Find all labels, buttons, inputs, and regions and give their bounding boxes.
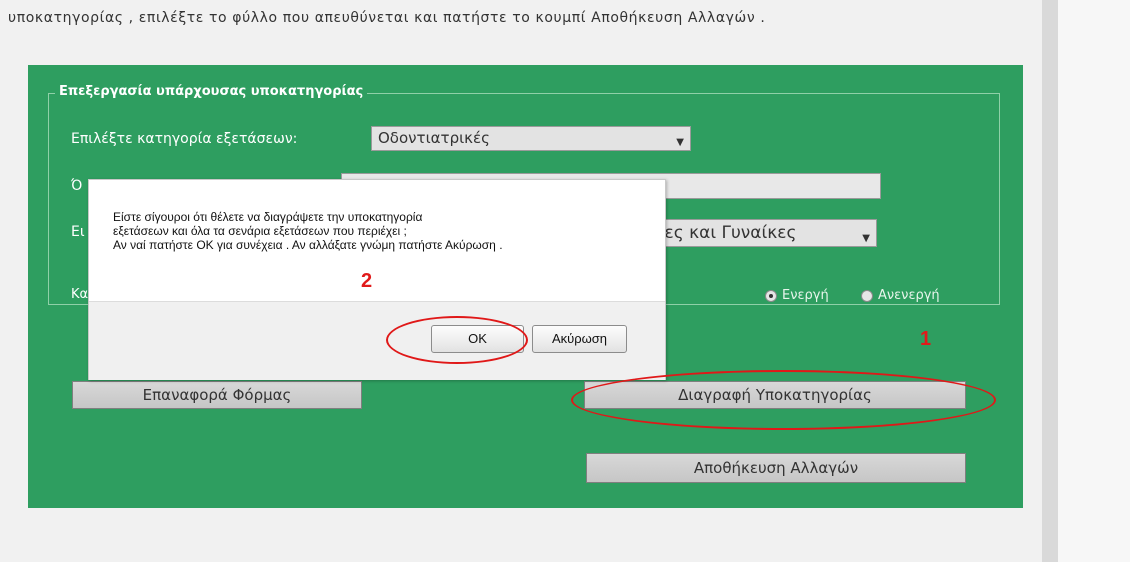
category-select[interactable]: Οδοντιατρικές ▼: [371, 126, 691, 151]
status-active-radio[interactable]: Ενεργή: [765, 288, 829, 303]
save-changes-button[interactable]: Αποθήκευση Αλλαγών: [586, 453, 966, 483]
confirm-delete-dialog: Είστε σίγουροι ότι θέλετε να διαγράψετε …: [88, 179, 666, 380]
page-scroll-strip: [1042, 0, 1130, 562]
dialog-message-line: Είστε σίγουροι ότι θέλετε να διαγράψετε …: [113, 210, 423, 224]
gender-label: Ει: [71, 224, 85, 240]
reset-form-button[interactable]: Επαναφορά Φόρμας: [72, 381, 362, 409]
annotation-step-1: 1: [920, 328, 932, 350]
annotation-ellipse-ok: [386, 316, 528, 364]
status-inactive-label: Ανενεργή: [878, 288, 940, 303]
cancel-button[interactable]: Ακύρωση: [532, 325, 627, 353]
chevron-down-icon: ▼: [862, 233, 870, 244]
instruction-text: υποκατηγορίας , επιλέξτε το φύλλο που απ…: [8, 10, 766, 26]
name-label: Ό: [71, 178, 83, 194]
annotation-step-2: 2: [361, 270, 373, 292]
category-label: Επιλέξτε κατηγορία εξετάσεων:: [71, 131, 298, 147]
chevron-down-icon: ▼: [676, 137, 684, 148]
radio-unselected-icon: [861, 289, 873, 302]
status-active-label: Ενεργή: [782, 288, 829, 303]
category-select-value: Οδοντιατρικές: [378, 129, 490, 147]
radio-selected-icon: [765, 289, 777, 302]
dialog-message-line: εξετάσεων και όλα τα σενάρια εξετάσεων π…: [113, 224, 407, 238]
fieldset-legend: Επεξεργασία υπάρχουσας υποκατηγορίας: [55, 84, 368, 99]
annotation-ellipse-delete: [571, 370, 996, 430]
dialog-button-bar: OK Ακύρωση: [89, 301, 665, 380]
dialog-message-line: Αν ναί πατήστε OK για συνέχεια . Αν αλλά…: [113, 238, 503, 252]
status-label: Κα: [71, 287, 89, 302]
dialog-message: Είστε σίγουροι ότι θέλετε να διαγράψετε …: [113, 210, 503, 252]
status-inactive-radio[interactable]: Ανενεργή: [861, 288, 940, 303]
